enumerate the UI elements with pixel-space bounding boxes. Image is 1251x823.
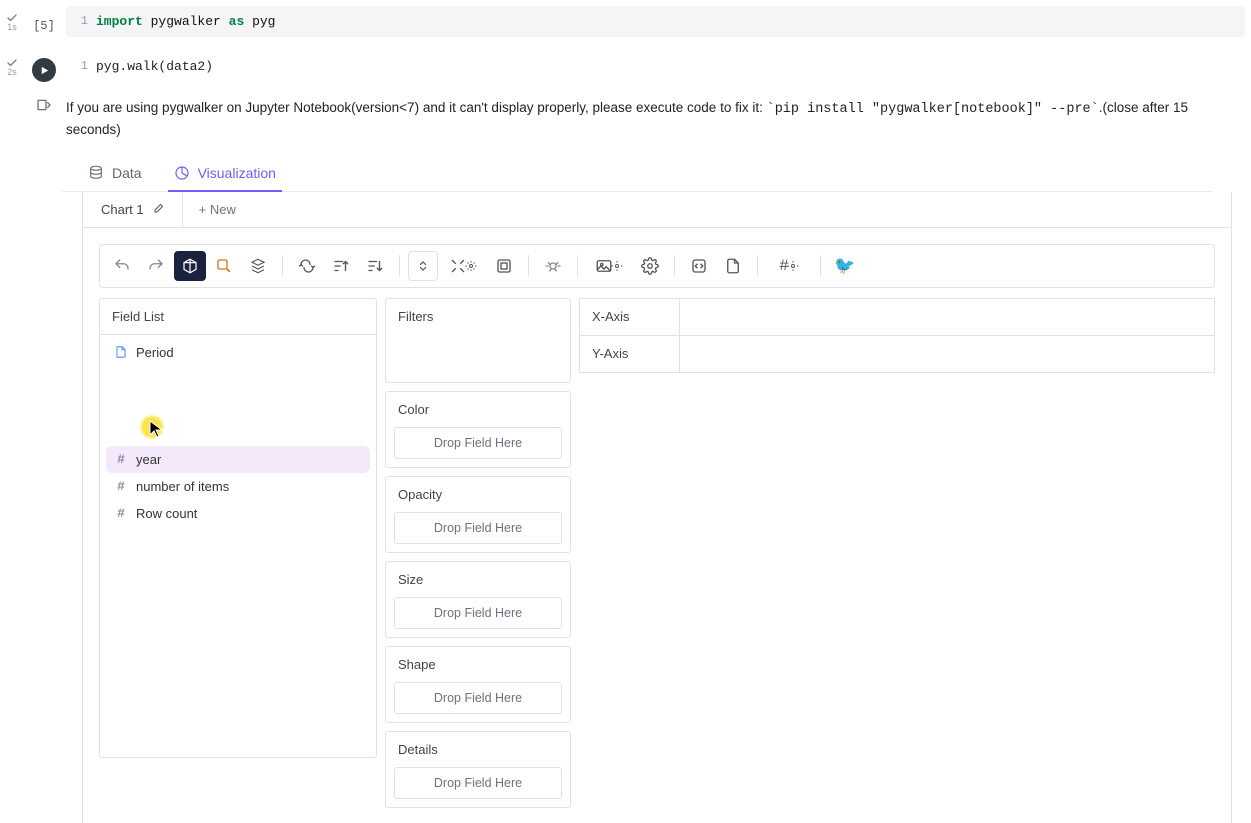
filters-drop-zone[interactable] bbox=[386, 334, 570, 382]
code-cell-2: 2s 1 pyg.walk(data2) bbox=[0, 51, 1251, 82]
output-message: If you are using pygwalker on Jupyter No… bbox=[66, 92, 1251, 147]
field-year[interactable]: # year bbox=[106, 446, 370, 473]
tab-visualization[interactable]: Visualization bbox=[172, 157, 278, 191]
panels-row: Field List Period # year # number of ite… bbox=[99, 298, 1215, 808]
shape-panel: Shape Drop Field Here bbox=[385, 646, 571, 723]
layout-mode-button[interactable] bbox=[440, 251, 486, 281]
opacity-panel: Opacity Drop Field Here bbox=[385, 476, 571, 553]
cell-duration: 1s bbox=[7, 22, 17, 32]
code-line[interactable]: import pygwalker as pyg bbox=[96, 6, 1245, 37]
field-list-panel: Field List Period # year # number of ite… bbox=[99, 298, 377, 758]
cell-output-row: If you are using pygwalker on Jupyter No… bbox=[0, 92, 1251, 147]
toggle-output-button[interactable] bbox=[22, 92, 66, 113]
toolbar-separator bbox=[757, 255, 758, 277]
sort-asc-button[interactable] bbox=[325, 251, 357, 281]
export-code-button[interactable] bbox=[683, 251, 715, 281]
tab-data[interactable]: Data bbox=[86, 157, 144, 191]
field-number-of-items[interactable]: # number of items bbox=[106, 473, 370, 500]
axes-column: X-Axis Y-Axis bbox=[579, 298, 1215, 373]
code-cell-1: 1s [5] 1 import pygwalker as pyg bbox=[0, 6, 1251, 37]
dimension-icon bbox=[114, 345, 128, 359]
redo-button[interactable] bbox=[140, 251, 172, 281]
x-axis-drop-zone[interactable] bbox=[680, 299, 1214, 335]
axes-resize-button[interactable] bbox=[408, 251, 438, 281]
export-file-button[interactable] bbox=[717, 251, 749, 281]
play-icon[interactable] bbox=[32, 58, 56, 82]
toolbar-separator bbox=[820, 255, 821, 277]
sort-desc-button[interactable] bbox=[359, 251, 391, 281]
y-axis-drop-zone[interactable] bbox=[680, 336, 1214, 372]
code-line[interactable]: pyg.walk(data2) bbox=[96, 51, 1251, 82]
cell-duration: 2s bbox=[7, 67, 17, 77]
mark-type-button[interactable] bbox=[208, 251, 240, 281]
toolbar-separator bbox=[282, 255, 283, 277]
exec-count: [5] bbox=[22, 6, 66, 33]
toolbar-separator bbox=[528, 255, 529, 277]
toolbar-separator bbox=[577, 255, 578, 277]
config-button[interactable] bbox=[634, 251, 666, 281]
code-editor[interactable]: 1 import pygwalker as pyg bbox=[66, 6, 1245, 37]
chart-tab-bar: Chart 1 + New bbox=[82, 192, 1232, 228]
code-editor[interactable]: 1 pyg.walk(data2) bbox=[66, 51, 1251, 82]
output-toggle-icon[interactable] bbox=[36, 97, 52, 113]
viz-toolbar: # 🐦 bbox=[99, 244, 1215, 288]
export-image-button[interactable] bbox=[586, 251, 632, 281]
coord-system-button[interactable] bbox=[488, 251, 520, 281]
database-icon bbox=[88, 165, 104, 181]
edit-icon[interactable] bbox=[152, 203, 164, 215]
y-axis-row: Y-Axis bbox=[579, 335, 1215, 373]
aggregation-toggle[interactable] bbox=[174, 251, 206, 281]
new-chart-button[interactable]: + New bbox=[183, 192, 252, 227]
color-drop-zone[interactable]: Drop Field Here bbox=[394, 427, 562, 459]
bird-icon: 🐦 bbox=[834, 256, 855, 276]
measure-icon: # bbox=[114, 452, 128, 467]
cell-status-1: 1s bbox=[2, 6, 22, 32]
chart-icon bbox=[174, 165, 190, 181]
measure-icon: # bbox=[114, 479, 128, 494]
field-list-heading: Field List bbox=[100, 299, 376, 335]
opacity-drop-zone[interactable]: Drop Field Here bbox=[394, 512, 562, 544]
debug-button[interactable] bbox=[537, 251, 569, 281]
toolbar-separator bbox=[674, 255, 675, 277]
stack-mode-button[interactable] bbox=[242, 251, 274, 281]
size-panel: Size Drop Field Here bbox=[385, 561, 571, 638]
encodings-column: Filters Color Drop Field Here Opacity Dr… bbox=[385, 298, 571, 808]
ask-viz-button[interactable]: 🐦 bbox=[829, 251, 861, 281]
x-axis-row: X-Axis bbox=[579, 298, 1215, 335]
field-row-count[interactable]: # Row count bbox=[106, 500, 370, 527]
color-panel: Color Drop Field Here bbox=[385, 391, 571, 468]
main-tab-bar: Data Visualization bbox=[62, 153, 1212, 192]
details-drop-zone[interactable]: Drop Field Here bbox=[394, 767, 562, 799]
shape-drop-zone[interactable]: Drop Field Here bbox=[394, 682, 562, 714]
details-panel: Details Drop Field Here bbox=[385, 731, 571, 808]
chart-tab-1[interactable]: Chart 1 bbox=[83, 192, 183, 227]
measure-icon: # bbox=[114, 506, 128, 521]
toolbar-separator bbox=[399, 255, 400, 277]
transpose-button[interactable] bbox=[291, 251, 323, 281]
cell-status-2: 2s bbox=[2, 51, 22, 77]
viz-workspace: # 🐦 Field List Period # year bbox=[82, 228, 1232, 823]
limit-button[interactable]: # bbox=[766, 251, 812, 281]
filters-panel: Filters bbox=[385, 298, 571, 383]
field-period[interactable]: Period bbox=[106, 339, 370, 366]
run-cell-button[interactable] bbox=[22, 51, 66, 82]
undo-button[interactable] bbox=[106, 251, 138, 281]
size-drop-zone[interactable]: Drop Field Here bbox=[394, 597, 562, 629]
